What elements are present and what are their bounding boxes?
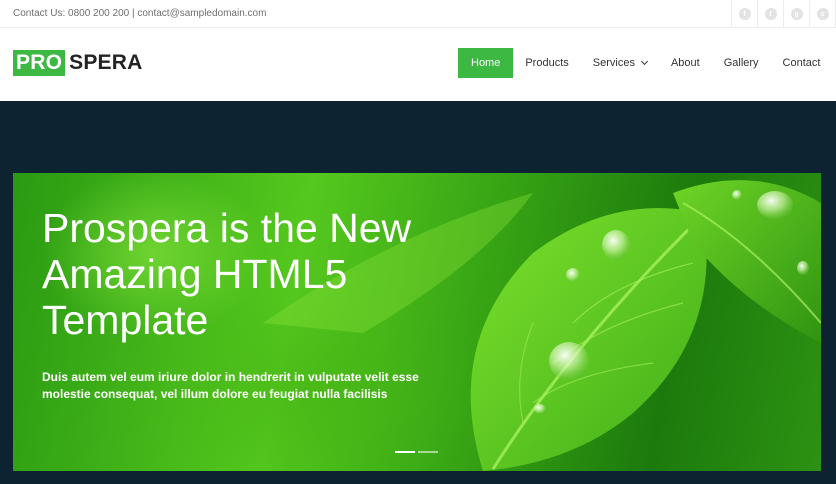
logo-spera: SPERA bbox=[69, 51, 143, 74]
social-links: f t g s bbox=[731, 0, 836, 28]
nav-services[interactable]: Services bbox=[581, 48, 659, 78]
nav-contact-label: Contact bbox=[782, 57, 821, 69]
skype-link[interactable]: s bbox=[809, 0, 836, 28]
google-plus-icon: g bbox=[790, 8, 803, 20]
hero-title: Prospera is the New Amazing HTML5 Templa… bbox=[42, 205, 412, 343]
main-nav: Home Products Services About Gallery Con… bbox=[458, 48, 832, 78]
site-header: PRO SPERA Home Products Services About G… bbox=[0, 28, 836, 101]
slider-dot-1[interactable] bbox=[395, 451, 415, 453]
logo-pro: PRO bbox=[13, 50, 66, 76]
nav-home-label: Home bbox=[471, 57, 501, 69]
facebook-link[interactable]: f bbox=[731, 0, 757, 28]
nav-gallery[interactable]: Gallery bbox=[712, 48, 771, 78]
facebook-icon: f bbox=[738, 8, 751, 20]
skype-icon: s bbox=[816, 8, 829, 20]
google-plus-link[interactable]: g bbox=[783, 0, 809, 28]
hero-description: Duis autem vel eum iriure dolor in hendr… bbox=[42, 370, 419, 401]
nav-about[interactable]: About bbox=[659, 48, 712, 78]
contact-info: Contact Us: 0800 200 200 | contact@sampl… bbox=[13, 8, 267, 19]
nav-products-label: Products bbox=[525, 57, 569, 69]
nav-home[interactable]: Home bbox=[458, 48, 514, 78]
nav-products[interactable]: Products bbox=[513, 48, 580, 78]
nav-services-label: Services bbox=[592, 57, 635, 69]
slider-pagination bbox=[395, 451, 438, 453]
logo[interactable]: PRO SPERA bbox=[13, 50, 142, 76]
twitter-link[interactable]: t bbox=[757, 0, 783, 28]
hero-slide: Prospera is the New Amazing HTML5 Templa… bbox=[13, 173, 821, 471]
top-bar: Contact Us: 0800 200 200 | contact@sampl… bbox=[0, 0, 836, 28]
scrollbar[interactable] bbox=[832, 101, 836, 484]
nav-about-label: About bbox=[670, 57, 700, 69]
hero-section: Prospera is the New Amazing HTML5 Templa… bbox=[0, 101, 836, 484]
twitter-icon: t bbox=[764, 8, 777, 20]
slider-dot-2[interactable] bbox=[418, 451, 438, 453]
nav-contact[interactable]: Contact bbox=[771, 48, 833, 78]
nav-gallery-label: Gallery bbox=[723, 57, 759, 69]
chevron-down-icon bbox=[640, 57, 648, 66]
